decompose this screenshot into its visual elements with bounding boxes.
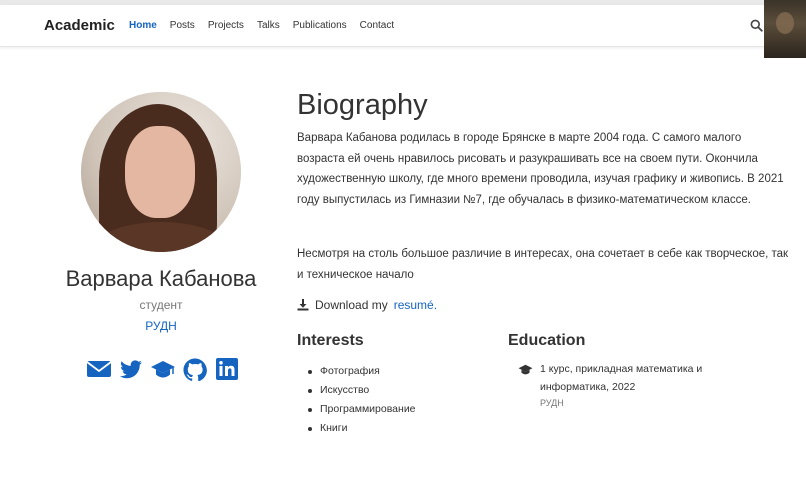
biography-paragraph-2: Несмотря на столь большое различие в инт… [297, 248, 789, 281]
main-nav: Home Posts Projects Talks Publications C… [129, 20, 407, 31]
nav-projects[interactable]: Projects [208, 20, 244, 31]
github-icon[interactable] [182, 357, 208, 381]
education-title: Education [508, 332, 586, 349]
social-links [86, 357, 240, 381]
download-text: Download my [315, 298, 388, 312]
linkedin-icon[interactable] [214, 357, 240, 381]
list-item: Искусство [308, 381, 416, 400]
biography-paragraph-1: Варвара Кабанова родилась в городе Брянс… [297, 132, 784, 206]
graduation-cap-icon [518, 364, 533, 375]
biography-title: Biography [297, 89, 428, 121]
nav-contact[interactable]: Contact [360, 20, 394, 31]
resume-link[interactable]: resumé. [394, 298, 437, 312]
navbar: Academic Home Posts Projects Talks Publi… [0, 5, 806, 47]
graduation-cap-icon[interactable] [150, 357, 176, 381]
list-item: Фотография [308, 362, 416, 381]
webcam-overlay [764, 0, 806, 58]
nav-posts[interactable]: Posts [170, 20, 195, 31]
list-item: Программирование [308, 400, 416, 419]
site-brand[interactable]: Academic [44, 17, 115, 34]
education-course: 1 курс, прикладная математика и информат… [540, 363, 703, 393]
list-item: Книги [308, 419, 416, 438]
envelope-icon[interactable] [86, 357, 112, 381]
twitter-icon[interactable] [118, 357, 144, 381]
profile-organization[interactable]: РУДН [0, 319, 322, 333]
education-institution: РУДН [540, 398, 564, 408]
download-resume: Download my resumé. [297, 298, 437, 312]
download-icon [297, 299, 309, 311]
nav-home[interactable]: Home [129, 20, 157, 31]
avatar [81, 92, 241, 252]
profile-role: студент [139, 298, 183, 312]
profile-name: Варвара Кабанова [65, 266, 257, 291]
nav-talks[interactable]: Talks [257, 20, 280, 31]
search-icon[interactable] [750, 19, 763, 32]
interests-title: Interests [297, 332, 364, 349]
nav-publications[interactable]: Publications [293, 20, 347, 31]
interests-list: Фотография Искусство Программирование Кн… [308, 362, 416, 438]
